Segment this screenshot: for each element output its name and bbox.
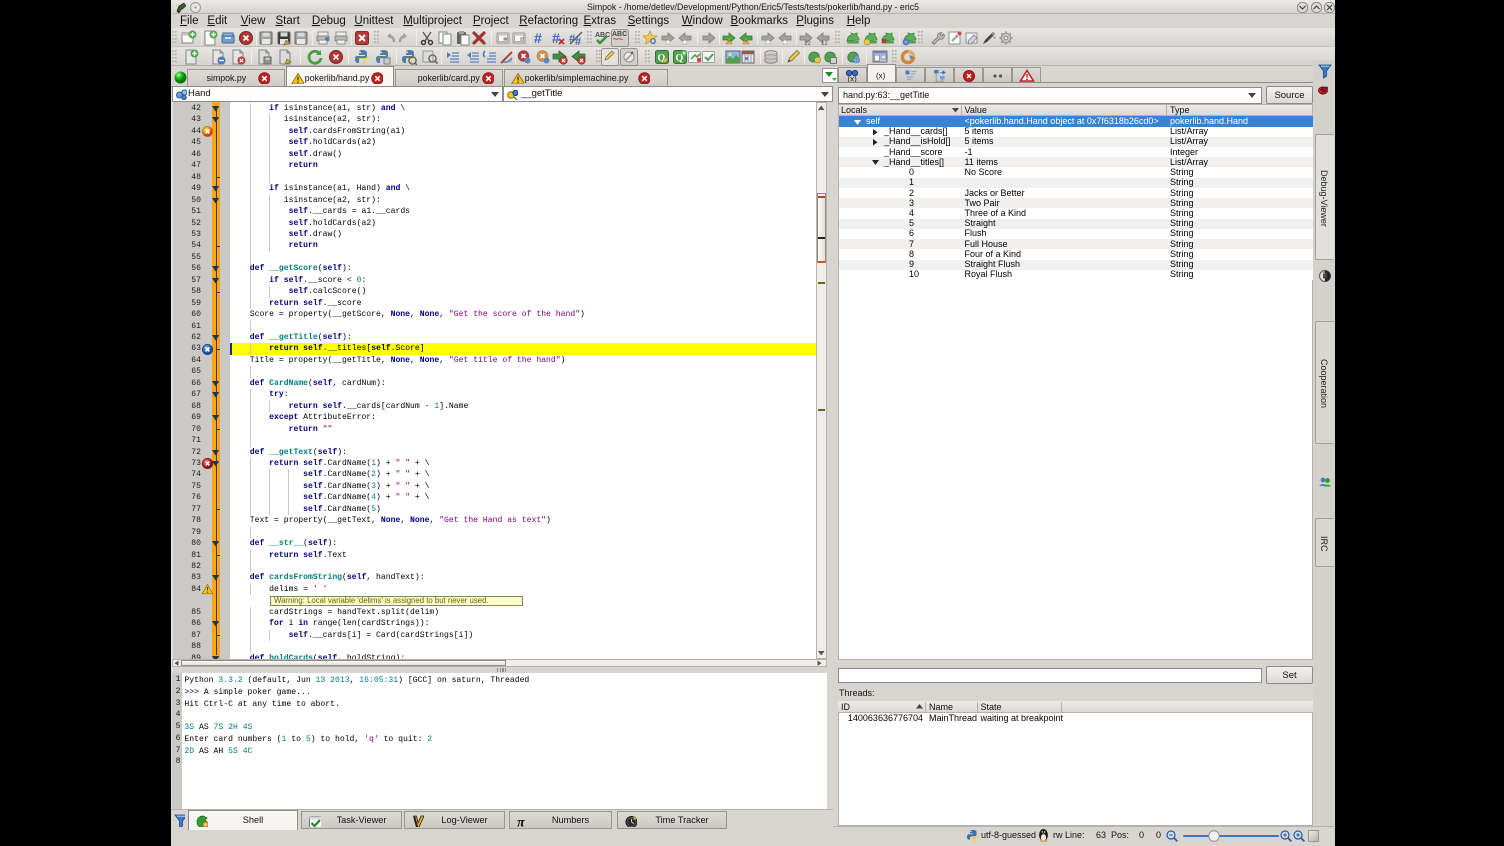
svg-text:ABC: ABC bbox=[595, 32, 610, 39]
svg-text:#: # bbox=[534, 30, 542, 46]
svg-text:12: 12 bbox=[804, 41, 811, 46]
svg-text:ABC: ABC bbox=[612, 31, 627, 38]
svg-text:π: π bbox=[517, 815, 525, 827]
svg-text:(x): (x) bbox=[876, 72, 886, 81]
svg-text:12: 12 bbox=[821, 41, 828, 46]
